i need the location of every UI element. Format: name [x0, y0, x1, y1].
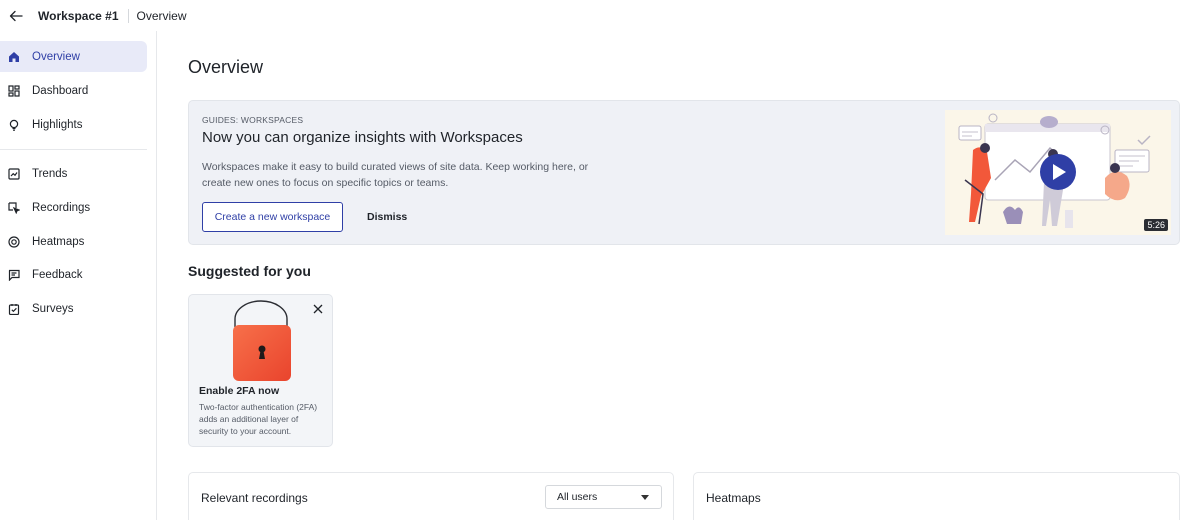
sidebar-item-label: Dashboard: [32, 84, 89, 97]
sidebar-item-label: Overview: [32, 50, 80, 63]
page-title: Overview: [188, 57, 264, 77]
breadcrumb-workspace[interactable]: Workspace #1: [38, 9, 119, 23]
user-filter-select[interactable]: All users: [545, 485, 662, 509]
card-description: Two-factor authentication (2FA) adds an …: [199, 402, 318, 436]
breadcrumb-current: Overview: [136, 8, 187, 23]
sidebar-item-surveys[interactable]: Surveys: [0, 293, 147, 324]
sidebar-item-label: Recordings: [32, 201, 91, 214]
sidebar-item-label: Heatmaps: [32, 235, 85, 248]
guide-video-thumbnail[interactable]: 5:26: [945, 110, 1171, 235]
guide-title: Now you can organize insights with Works…: [202, 129, 523, 146]
sidebar: Overview Dashboard Highlights Trends Rec…: [0, 31, 157, 520]
trend-chart-icon: [7, 167, 21, 181]
survey-clipboard-icon: [7, 302, 21, 316]
back-button[interactable]: [2, 2, 30, 30]
video-illustration: [945, 110, 1171, 235]
heatmaps-panel: Heatmaps: [693, 472, 1180, 520]
top-bar: Workspace #1 Overview: [0, 0, 1200, 31]
sidebar-item-highlights[interactable]: Highlights: [0, 109, 147, 140]
sidebar-item-label: Highlights: [32, 118, 83, 131]
guide-description: Workspaces make it easy to build curated…: [202, 161, 589, 189]
panel-title: Heatmaps: [706, 491, 761, 505]
main-content: Overview GUIDES: WORKSPACES Now you can …: [158, 31, 1200, 520]
card-title: Enable 2FA now: [199, 385, 280, 397]
dashboard-grid-icon: [7, 84, 21, 98]
heatmap-target-icon: [7, 235, 21, 249]
guide-eyebrow: GUIDES: WORKSPACES: [202, 115, 304, 125]
lightbulb-icon: [7, 118, 21, 132]
sidebar-item-dashboard[interactable]: Dashboard: [0, 75, 147, 106]
feedback-bubble-icon: [7, 268, 21, 282]
sidebar-item-heatmaps[interactable]: Heatmaps: [0, 226, 147, 257]
select-value: All users: [557, 491, 598, 503]
padlock-icon: [233, 300, 291, 381]
panel-title: Relevant recordings: [201, 491, 308, 505]
breadcrumb-divider: [127, 8, 129, 23]
suggested-section-title: Suggested for you: [188, 263, 311, 279]
sidebar-item-label: Surveys: [32, 302, 74, 315]
home-icon: [7, 50, 21, 64]
sidebar-item-trends[interactable]: Trends: [0, 158, 147, 189]
create-workspace-button[interactable]: Create a new workspace: [202, 202, 343, 232]
video-duration: 5:26: [1144, 219, 1168, 231]
dismiss-button[interactable]: Dismiss: [355, 202, 419, 232]
sidebar-item-label: Feedback: [32, 268, 83, 281]
sidebar-item-label: Trends: [32, 167, 68, 180]
sidebar-item-overview[interactable]: Overview: [0, 41, 147, 72]
sidebar-divider: [0, 149, 147, 150]
sidebar-item-recordings[interactable]: Recordings: [0, 192, 147, 223]
suggestion-card-2fa[interactable]: Enable 2FA now Two-factor authentication…: [188, 294, 333, 447]
arrow-left-icon: [9, 10, 23, 21]
sidebar-item-feedback[interactable]: Feedback: [0, 259, 147, 290]
relevant-recordings-panel: Relevant recordings All users: [188, 472, 674, 520]
recording-cursor-icon: [7, 201, 21, 215]
chevron-down-icon: [641, 495, 649, 500]
workspaces-guide-banner: GUIDES: WORKSPACES Now you can organize …: [188, 100, 1180, 245]
